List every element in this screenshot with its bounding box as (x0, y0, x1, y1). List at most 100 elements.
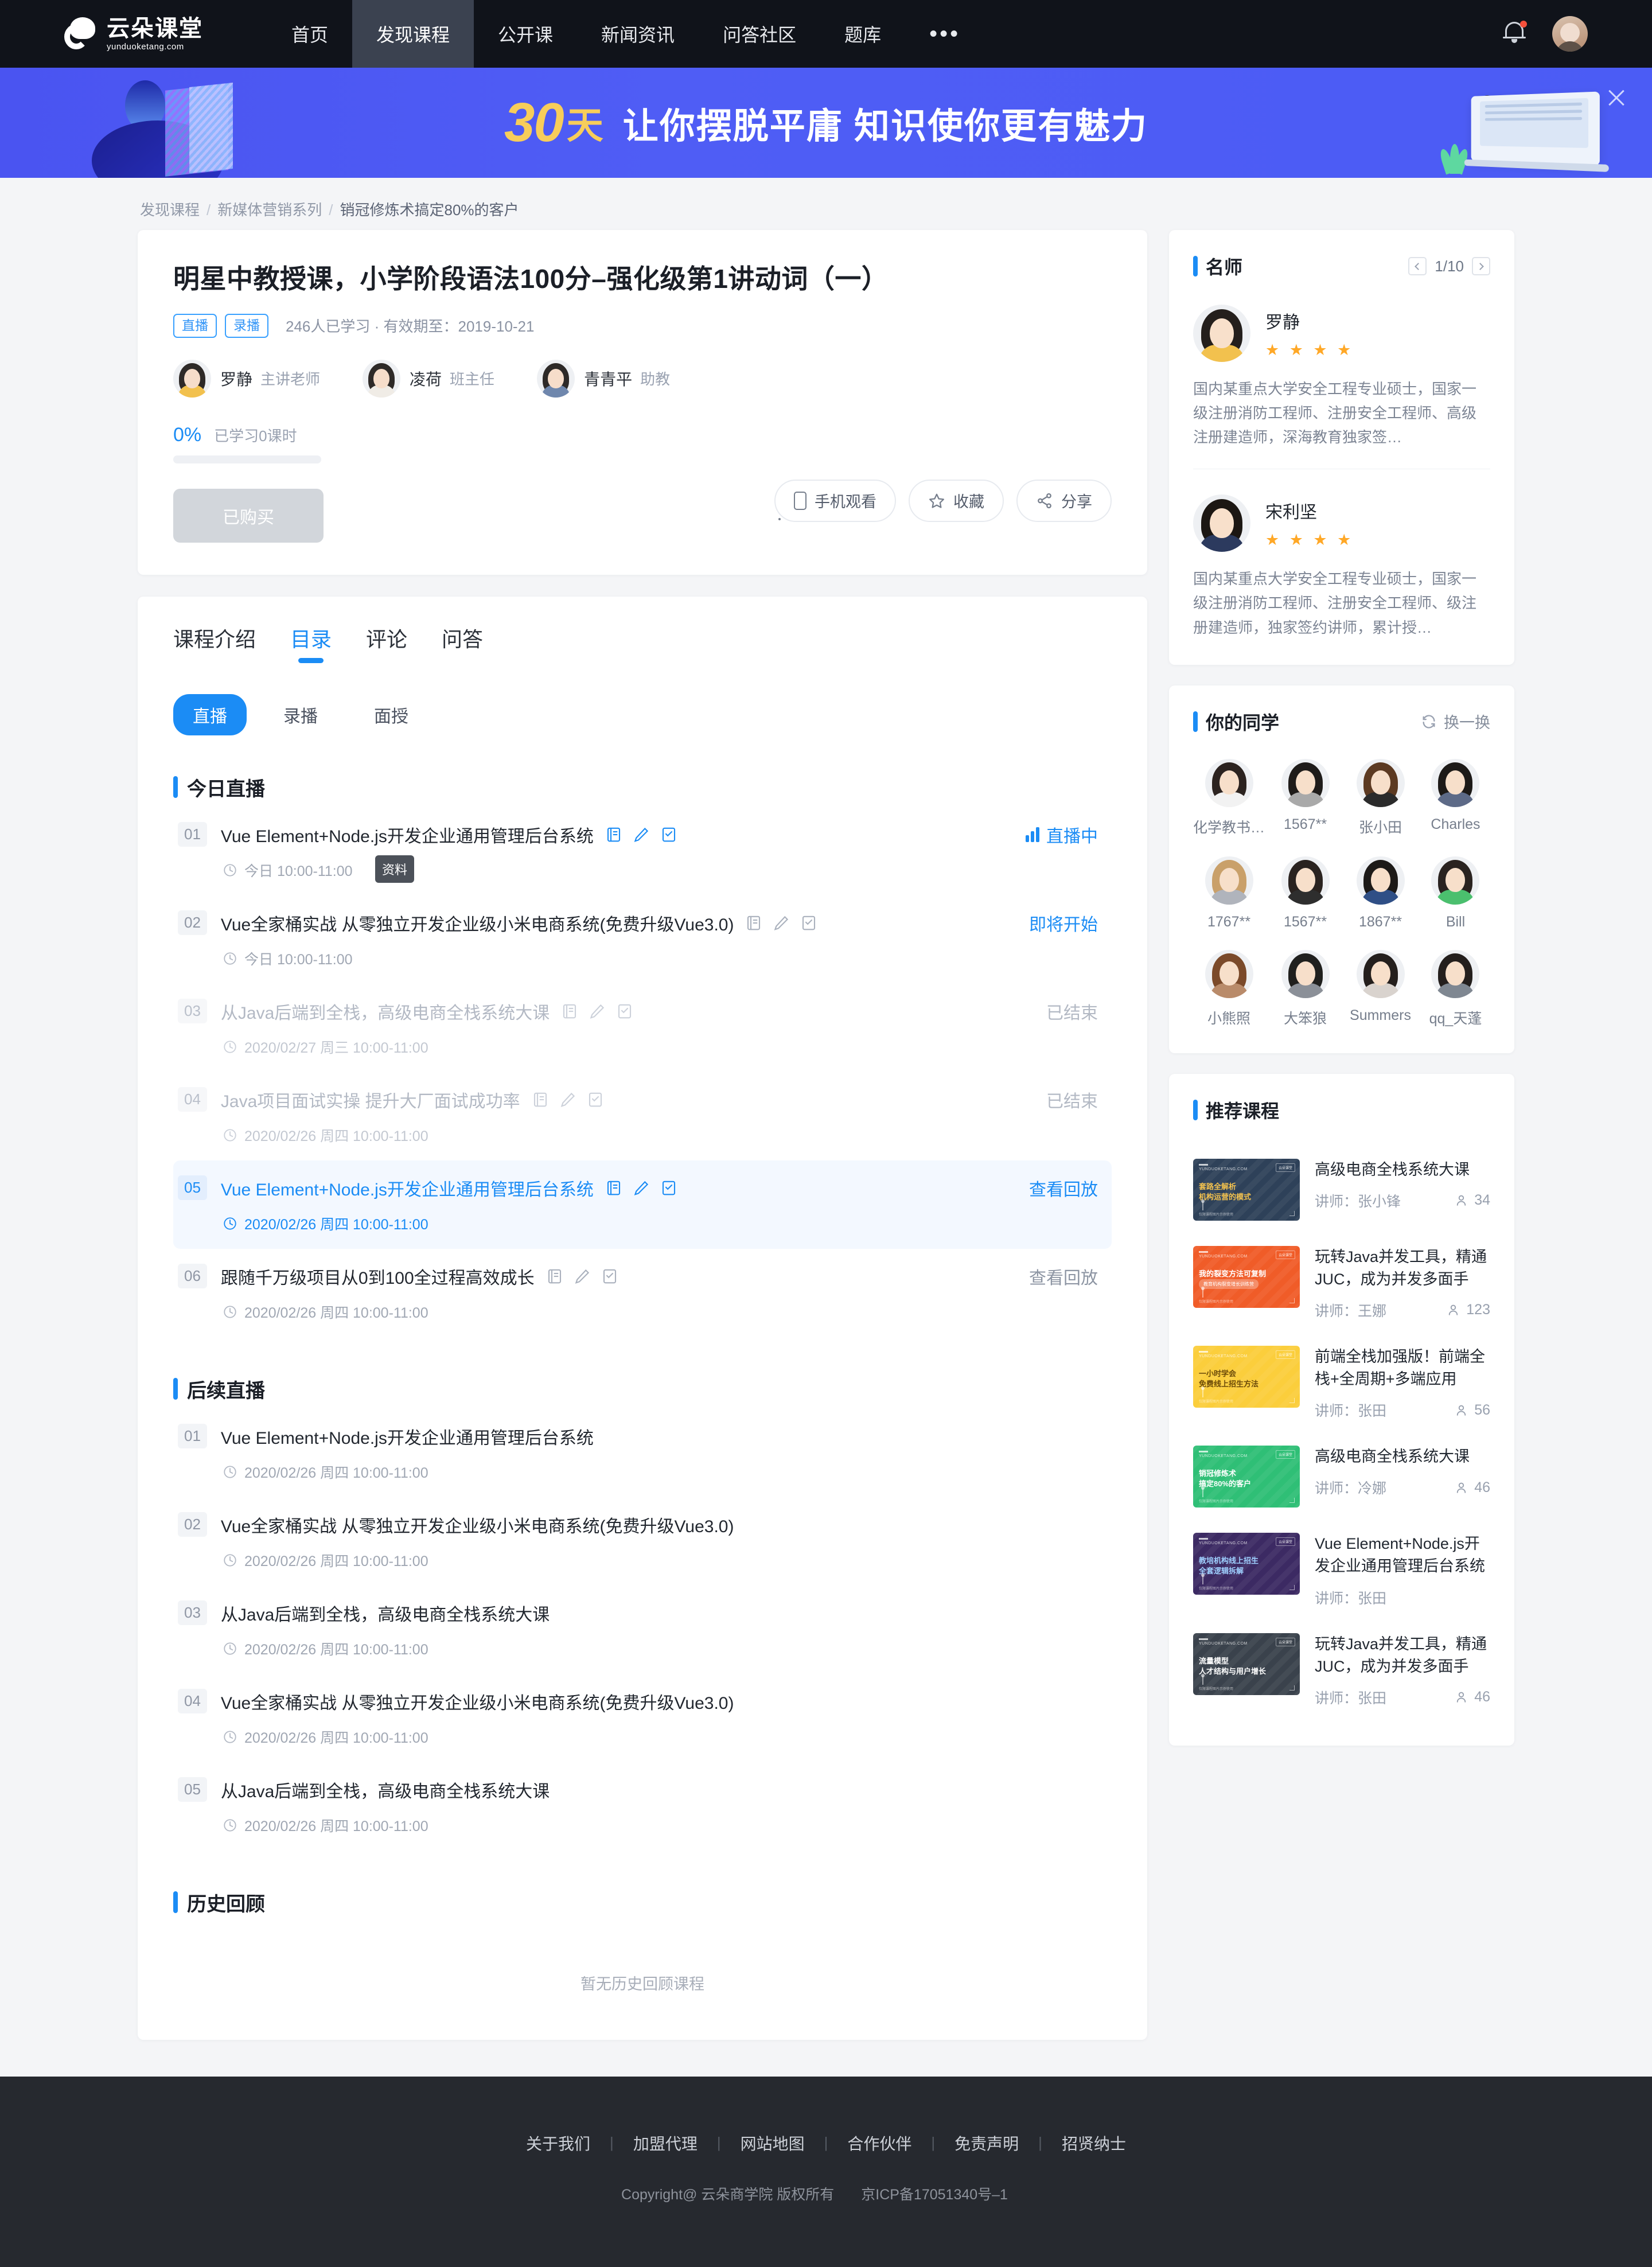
exam-icon[interactable] (601, 1268, 618, 1285)
lesson-row[interactable]: 02 Vue全家桶实战 从零独立开发企业级小米电商系统(免费升级Vue3.0) 即将… (173, 895, 1112, 984)
user-avatar[interactable] (1552, 16, 1588, 52)
refresh-classmates-button[interactable]: 换一换 (1421, 710, 1490, 733)
action-button-0[interactable]: 手机观看 (774, 479, 896, 522)
lesson-status[interactable]: 已结束 (1046, 999, 1098, 1024)
notification-bell-icon[interactable] (1502, 21, 1527, 47)
pencil-icon[interactable] (589, 1003, 606, 1020)
nav-item-4[interactable]: 问答社区 (699, 0, 820, 68)
document-icon[interactable] (532, 1091, 549, 1108)
nav-item-3[interactable]: 新闻资讯 (577, 0, 699, 68)
lesson-title[interactable]: Vue Element+Node.js开发企业通用管理后台系统 (221, 1175, 594, 1201)
subtab-2[interactable]: 面授 (354, 694, 428, 735)
lesson-title[interactable]: 从Java后端到全栈，高级电商全栈系统大课 (221, 1600, 550, 1626)
chevron-right-icon[interactable] (1472, 257, 1490, 275)
lesson-title[interactable]: Vue Element+Node.js开发企业通用管理后台系统 (221, 822, 594, 847)
recommended-item-2[interactable]: YUNDUOKETANG.COM 云朵课堂 一小时学会 免费线上招生方法 仅限课程图片示… (1193, 1333, 1490, 1433)
lesson-title[interactable]: Java项目面试实操 提升大厂面试成功率 (221, 1087, 520, 1112)
lesson-title[interactable]: 从Java后端到全栈，高级电商全栈系统大课 (221, 999, 550, 1024)
tab-3[interactable]: 问答 (442, 623, 483, 663)
footer-link-4[interactable]: 免责声明 (935, 2132, 1038, 2155)
nav-more-button[interactable]: ••• (905, 22, 984, 45)
document-icon[interactable] (605, 1179, 622, 1197)
lesson-title[interactable]: Vue Element+Node.js开发企业通用管理后台系统 (221, 1424, 594, 1449)
pencil-icon[interactable] (773, 914, 790, 932)
tab-2[interactable]: 评论 (366, 623, 407, 663)
footer-link-5[interactable]: 招贤纳士 (1042, 2132, 1146, 2155)
breadcrumb-item-1[interactable]: 新媒体营销系列 (217, 201, 322, 219)
pencil-icon[interactable] (633, 826, 650, 843)
action-button-2[interactable]: 分享 (1016, 479, 1112, 522)
lesson-status[interactable]: 查看回放 (1029, 1264, 1098, 1289)
site-logo[interactable]: 云朵课堂 yunduoketang.com (64, 16, 203, 52)
teacher-item-1[interactable]: 凌荷 班主任 (363, 359, 494, 398)
famous-teacher-item-0[interactable]: 罗静 ★ ★ ★ ★ 国内某重点大学安全工程专业硕士，国家一级注册消防工程师、注册安… (1193, 305, 1490, 470)
famous-teacher-item-1[interactable]: 宋利坚 ★ ★ ★ ★ 国内某重点大学安全工程专业硕士，国家一级注册消防工程师、注册… (1193, 494, 1490, 639)
classmate-item-2[interactable]: 张小田 (1346, 758, 1415, 837)
nav-item-0[interactable]: 首页 (267, 0, 352, 68)
recommended-item-3[interactable]: YUNDUOKETANG.COM 云朵课堂 销冠修炼术 搞定80%的客户 仅限课程图片示… (1193, 1433, 1490, 1520)
classmate-item-5[interactable]: 1567** (1271, 856, 1340, 930)
exam-icon[interactable] (660, 1179, 677, 1197)
pencil-icon[interactable] (559, 1091, 576, 1108)
tab-1[interactable]: 目录 (290, 623, 332, 663)
recommended-item-4[interactable]: YUNDUOKETANG.COM 云朵课堂 教培机构线上招生 全套逻辑拆解 仅限课程图片… (1193, 1520, 1490, 1620)
lesson-row[interactable]: 04 Vue全家桶实战 从零独立开发企业级小米电商系统(免费升级Vue3.0) 20… (173, 1674, 1112, 1762)
lesson-status[interactable]: 已结束 (1046, 1087, 1098, 1112)
teacher-item-0[interactable]: 罗静 主讲老师 (173, 359, 320, 398)
exam-icon[interactable] (800, 914, 817, 932)
lesson-title[interactable]: Vue全家桶实战 从零独立开发企业级小米电商系统(免费升级Vue3.0) (221, 910, 734, 936)
footer-link-3[interactable]: 合作伙伴 (828, 2132, 931, 2155)
lesson-title[interactable]: Vue全家桶实战 从零独立开发企业级小米电商系统(免费升级Vue3.0) (221, 1512, 734, 1537)
lesson-row[interactable]: 04 Java项目面试实操 提升大厂面试成功率 已结束 2020/02/26 周四 1… (173, 1072, 1112, 1160)
lesson-status[interactable]: 即将开始 (1029, 910, 1098, 936)
subtab-0[interactable]: 直播 (173, 694, 247, 735)
document-icon[interactable] (561, 1003, 578, 1020)
close-icon[interactable] (1602, 83, 1631, 112)
chevron-left-icon[interactable] (1408, 257, 1427, 275)
recommended-item-0[interactable]: YUNDUOKETANG.COM 云朵课堂 套路全解析 机构运营的模式 仅限课程图片示例… (1193, 1146, 1490, 1233)
classmate-item-6[interactable]: 1867** (1346, 856, 1415, 930)
lesson-row[interactable]: 01 Vue Element+Node.js开发企业通用管理后台系统 2020/02… (173, 1409, 1112, 1497)
lesson-title[interactable]: 从Java后端到全栈，高级电商全栈系统大课 (221, 1777, 550, 1802)
nav-item-1[interactable]: 发现课程 (352, 0, 474, 68)
pencil-icon[interactable] (633, 1179, 650, 1197)
lesson-row[interactable]: 02 Vue全家桶实战 从零独立开发企业级小米电商系统(免费升级Vue3.0) 20… (173, 1497, 1112, 1586)
nav-item-5[interactable]: 题库 (820, 0, 905, 68)
classmate-item-3[interactable]: Charles (1421, 758, 1490, 837)
exam-icon[interactable] (616, 1003, 633, 1020)
teacher-item-2[interactable]: 青青平 助教 (537, 359, 670, 398)
tab-0[interactable]: 课程介绍 (173, 623, 256, 663)
lesson-row[interactable]: 05 Vue Element+Node.js开发企业通用管理后台系统 查看回放 202… (173, 1160, 1112, 1249)
lesson-row[interactable]: 03 从Java后端到全栈，高级电商全栈系统大课 已结束 2020/02/27 周三 … (173, 984, 1112, 1072)
classmate-item-9[interactable]: 大笨狼 (1271, 949, 1340, 1028)
purchased-button[interactable]: 已购买 (173, 488, 324, 543)
classmate-item-1[interactable]: 1567** (1271, 758, 1340, 837)
lesson-row[interactable]: 01 Vue Element+Node.js开发企业通用管理后台系统 直播中 今日 1… (173, 807, 1112, 895)
footer-link-0[interactable]: 关于我们 (506, 2132, 610, 2155)
recommended-item-1[interactable]: YUNDUOKETANG.COM 云朵课堂 我的裂变方法可复制 教育机构裂变增长训练营… (1193, 1233, 1490, 1333)
classmate-item-7[interactable]: Bill (1421, 856, 1490, 930)
classmate-item-8[interactable]: 小熊照 (1193, 949, 1265, 1028)
recommended-item-5[interactable]: YUNDUOKETANG.COM 云朵课堂 流量模型 人才结构与用户增长 仅限课程图片示… (1193, 1621, 1490, 1720)
document-icon[interactable] (546, 1268, 563, 1285)
lesson-row[interactable]: 05 从Java后端到全栈，高级电商全栈系统大课 2020/02/26 周四 10:… (173, 1762, 1112, 1851)
action-button-1[interactable]: 收藏 (909, 479, 1004, 522)
lesson-title[interactable]: 跟随千万级项目从0到100全过程高效成长 (221, 1264, 535, 1289)
promo-banner[interactable]: 30 天 让你摆脱平庸 知识使你更有魅力 (0, 68, 1652, 178)
nav-item-2[interactable]: 公开课 (474, 0, 577, 68)
breadcrumb-item-0[interactable]: 发现课程 (140, 201, 200, 219)
lesson-row[interactable]: 06 跟随千万级项目从0到100全过程高效成长 查看回放 2020/02/26 周四 … (173, 1249, 1112, 1337)
exam-icon[interactable] (587, 1091, 604, 1108)
subtab-1[interactable]: 录播 (264, 694, 337, 735)
lesson-status[interactable]: 直播中 (1026, 822, 1098, 847)
lesson-row[interactable]: 03 从Java后端到全栈，高级电商全栈系统大课 2020/02/26 周四 10:… (173, 1586, 1112, 1674)
document-icon[interactable] (745, 914, 762, 932)
pencil-icon[interactable] (574, 1268, 591, 1285)
document-icon[interactable] (605, 826, 622, 843)
footer-link-1[interactable]: 加盟代理 (614, 2132, 717, 2155)
classmate-item-10[interactable]: Summers (1346, 949, 1415, 1028)
classmate-item-4[interactable]: 1767** (1193, 856, 1265, 930)
classmate-item-0[interactable]: 化学教书… (1193, 758, 1265, 837)
exam-icon[interactable] (660, 826, 677, 843)
classmate-item-11[interactable]: qq_天蓬 (1421, 949, 1490, 1028)
